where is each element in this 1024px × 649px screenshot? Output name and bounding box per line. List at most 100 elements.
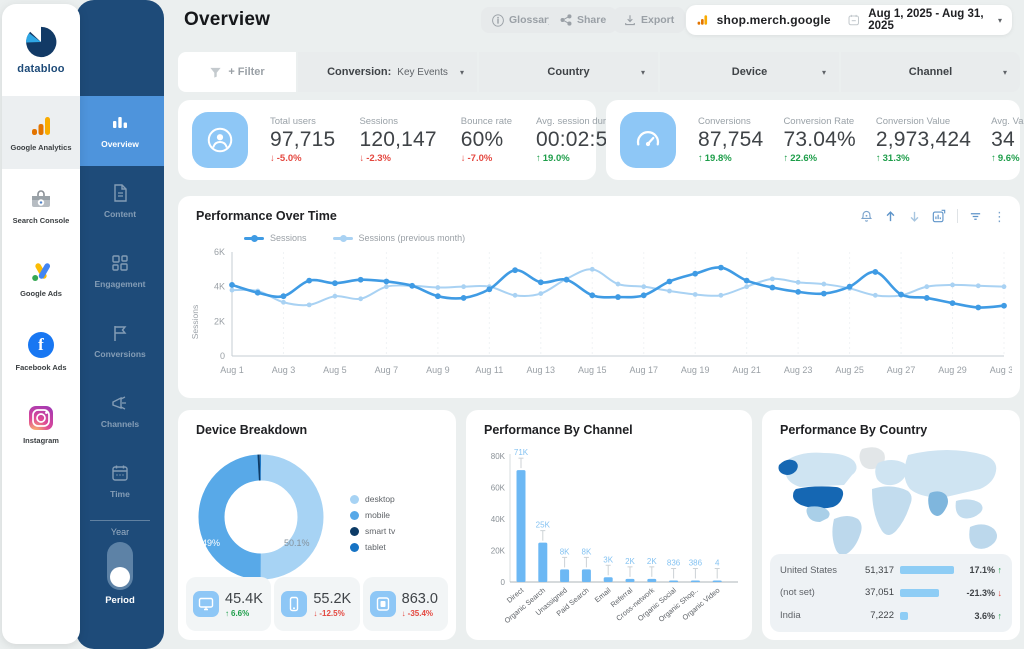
bar-fill (900, 566, 954, 575)
filter-lines-icon[interactable] (969, 210, 982, 223)
share-label: Share (577, 14, 607, 26)
legend-dot (350, 494, 359, 504)
card-title: Device Breakdown (196, 423, 308, 437)
svg-text:4: 4 (715, 559, 720, 568)
more-options-icon[interactable]: ⋮ (993, 210, 1006, 223)
legend-item-smart-tv[interactable]: smart tv (350, 526, 395, 536)
arrow-up-icon[interactable] (884, 210, 897, 223)
svg-text:8K: 8K (560, 547, 570, 556)
platform-label: Instagram (23, 435, 59, 445)
svg-text:Aug 13: Aug 13 (527, 365, 556, 375)
platform-search-console[interactable]: Search Console (2, 169, 80, 242)
nav-label: Overview (101, 139, 139, 149)
table-row[interactable]: India 7,222 3.6% ↑ (780, 610, 1002, 621)
metric-total-users: Total users 97,715 -5.0% (270, 116, 335, 164)
channel-bar-chart[interactable]: 020K40K60K80K 71KDirect25KOrganic Search8… (472, 442, 746, 636)
performance-by-channel-card: Performance By Channel 0 20K 40K 60K 80K 71K D… (466, 410, 752, 640)
databloo-logo-icon (26, 26, 57, 58)
svg-text:Aug 15: Aug 15 (578, 365, 607, 375)
platform-instagram[interactable]: Instagram (2, 388, 80, 461)
legend-item-tablet[interactable]: tablet (350, 542, 395, 552)
filter-bar: + Filter Conversion: Key Events ▾ Countr… (178, 52, 1020, 92)
svg-text:71K: 71K (514, 448, 529, 457)
country-delta: 17.1% ↑ (969, 565, 1003, 576)
filter-conversion[interactable]: Conversion: Key Events ▾ (298, 52, 477, 92)
table-row[interactable]: United States 51,317 17.1% ↑ (780, 565, 1002, 576)
world-map[interactable] (772, 443, 1010, 559)
sidebar-item-conversions[interactable]: Conversions (76, 306, 164, 376)
metric-conversion-value: Conversion Value 2,973,424 31.3% (876, 116, 971, 164)
platform-label: Facebook Ads (15, 362, 67, 372)
alert-bell-icon[interactable] (860, 210, 873, 223)
year-period-toggle[interactable] (107, 542, 133, 590)
platform-facebook-ads[interactable]: f Facebook Ads (2, 315, 80, 388)
device-stats-row: 45.4K 6.6% 55.2K -12.5% 863.0 -35.4% (186, 577, 448, 631)
legend-item-mobile[interactable]: mobile (350, 510, 395, 520)
document-icon (114, 184, 127, 202)
share-icon (560, 14, 572, 26)
card-title: Performance Over Time (196, 209, 337, 223)
table-row[interactable]: (not set) 37,051 -21.3% ↓ (780, 587, 1002, 598)
add-filter-label: + Filter (228, 66, 265, 78)
share-button[interactable]: Share (549, 7, 618, 33)
metric-label: Conversions (698, 116, 751, 127)
chart-legend: Sessions Sessions (previous month) (244, 233, 465, 243)
sidebar-item-overview[interactable]: Overview (76, 96, 164, 166)
property-selector[interactable]: shop.merch.google Aug 1, 2025 - Aug 31, … (686, 5, 1012, 35)
legend-item-desktop[interactable]: desktop (350, 494, 395, 504)
stat-value: 55.2K (313, 591, 352, 607)
sidebar-divider (90, 520, 150, 521)
svg-text:40K: 40K (491, 515, 506, 524)
legend-item-sessions-previous[interactable]: Sessions (previous month) (332, 233, 465, 243)
country-bar (900, 611, 954, 620)
metric-value: 120,147 (359, 128, 437, 151)
filter-value: Key Events (397, 66, 448, 78)
export-label: Export (641, 14, 675, 26)
filter-channel[interactable]: Channel ▾ (841, 52, 1020, 92)
search-console-icon (32, 189, 50, 207)
add-filter-button[interactable]: + Filter (178, 52, 296, 92)
export-button[interactable]: Export (613, 7, 686, 33)
svg-text:Aug 27: Aug 27 (887, 365, 916, 375)
svg-text:Aug 1: Aug 1 (220, 365, 244, 375)
sidebar-item-content[interactable]: Content (76, 166, 164, 236)
toggle-knob[interactable] (110, 567, 130, 587)
svg-text:8K: 8K (582, 547, 592, 556)
legend-label: mobile (365, 510, 391, 520)
metric-delta: -5.0% (270, 153, 335, 164)
grid-icon (112, 255, 128, 271)
svg-text:Aug 19: Aug 19 (681, 365, 710, 375)
kpi-metrics: Conversions 87,754 19.8% Conversion Rate… (698, 116, 1024, 164)
sessions-line-chart[interactable]: Aug 1 Aug 3 Aug 5 Aug 7 Aug 9 Aug 11 Aug 13 Aug… (186, 246, 1012, 392)
svg-text:Aug 21: Aug 21 (732, 365, 761, 375)
sidebar-item-time[interactable]: Time (76, 446, 164, 516)
info-icon: ⓘ (492, 13, 505, 28)
filter-country[interactable]: Country ▾ (479, 52, 658, 92)
filter-device[interactable]: Device ▾ (660, 52, 839, 92)
platform-google-ads[interactable]: Google Ads (2, 242, 80, 315)
glossary-label: Glossary (509, 14, 554, 26)
up-arrow-icon: ↑ (997, 565, 1003, 576)
filter-label: Channel (908, 66, 953, 78)
svg-text:25K: 25K (536, 521, 551, 530)
sidebar-item-engagement[interactable]: Engagement (76, 236, 164, 306)
metric-value: 60% (460, 128, 504, 151)
metric-value: 2,973,424 (875, 128, 972, 151)
device-donut-chart[interactable] (186, 442, 336, 592)
nav-label: Conversions (94, 349, 146, 359)
chart-export-icon[interactable] (932, 209, 946, 223)
metric-label: Bounce rate (460, 116, 512, 127)
platform-google-analytics[interactable]: Google Analytics (2, 96, 80, 169)
instagram-icon (29, 405, 53, 430)
bar-chart-icon (113, 117, 127, 128)
country-value: 37,051 (864, 587, 894, 599)
brand-logo-block[interactable]: databloo (2, 4, 80, 96)
legend-item-sessions[interactable]: Sessions (244, 233, 307, 243)
metric-sessions: Sessions 120,147 -2.3% (359, 116, 436, 164)
monitor-icon (193, 591, 219, 617)
tablet-icon (369, 591, 396, 617)
arrow-down-icon[interactable] (908, 210, 921, 223)
country-name: United States (780, 564, 838, 576)
sidebar-item-channels[interactable]: Channels (76, 376, 164, 446)
metric-value: 97,715 (270, 128, 336, 151)
